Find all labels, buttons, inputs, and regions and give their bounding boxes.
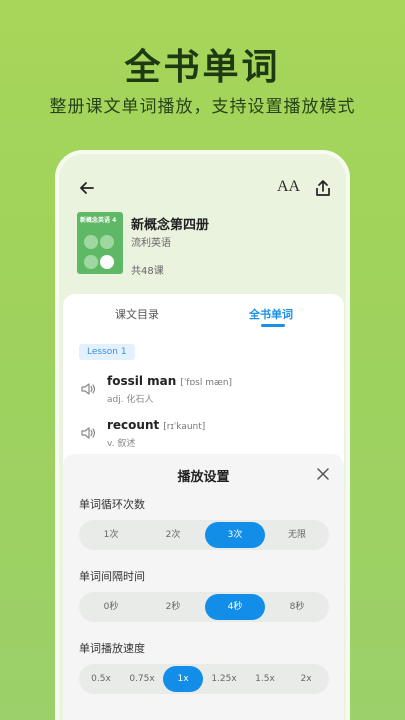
speed-option[interactable]: 1.5x xyxy=(245,666,285,692)
headline: 全书单词 xyxy=(124,47,281,88)
speed-selector: 0.5x 0.75x 1x 1.25x 1.5x 2x xyxy=(79,664,329,694)
close-icon[interactable] xyxy=(316,467,330,481)
subheadline: 整册课文单词播放，支持设置播放模式 xyxy=(49,97,356,117)
loop-count-selector: 1次 2次 3次 无限 xyxy=(79,520,329,550)
tab-lesson-catalog[interactable]: 课文目录 xyxy=(115,306,159,322)
interval-option[interactable]: 0秒 xyxy=(81,594,141,620)
word-entry: fossil man [ˈfɒsl mæn] xyxy=(107,374,232,388)
speed-option[interactable]: 2x xyxy=(286,666,326,692)
word-phonetic: [ˈfɒsl mæn] xyxy=(180,378,233,388)
book-info: 新概念英语 4 新概念第四册 流利英语 共48课 xyxy=(77,212,337,284)
word-text: recount xyxy=(107,418,160,432)
loop-option[interactable]: 1次 xyxy=(81,522,141,548)
lesson-tag: Lesson 1 xyxy=(79,344,135,360)
speed-option[interactable]: 1.25x xyxy=(204,666,244,692)
loop-option[interactable]: 无限 xyxy=(267,522,327,548)
word-entry: recount [rɪˈkaunt] xyxy=(107,418,205,432)
book-cover: 新概念英语 4 xyxy=(77,212,123,274)
tab-all-words[interactable]: 全书单词 xyxy=(249,306,293,322)
interval-label: 单词间隔时间 xyxy=(79,570,145,583)
speed-option[interactable]: 0.5x xyxy=(81,666,121,692)
sheet-title: 播放设置 xyxy=(177,470,230,485)
loop-option-selected[interactable]: 3次 xyxy=(205,522,265,548)
list-item[interactable]: recount [rɪˈkaunt] v. 叙述 xyxy=(79,418,319,454)
loop-option[interactable]: 2次 xyxy=(143,522,203,548)
share-icon[interactable] xyxy=(313,178,333,198)
font-size-icon[interactable]: AA xyxy=(277,178,300,196)
book-title: 新概念第四册 xyxy=(131,218,210,233)
speaker-icon[interactable] xyxy=(79,380,97,398)
interval-selector: 0秒 2秒 4秒 8秒 xyxy=(79,592,329,622)
back-arrow-icon[interactable] xyxy=(77,178,97,198)
interval-option[interactable]: 8秒 xyxy=(267,594,327,620)
word-meaning: adj. 化石人 xyxy=(107,395,154,405)
interval-option-selected[interactable]: 4秒 xyxy=(205,594,265,620)
word-phonetic: [rɪˈkaunt] xyxy=(163,422,206,432)
word-meaning: v. 叙述 xyxy=(107,439,136,449)
lesson-count: 共48课 xyxy=(131,266,164,277)
book-publisher: 流利英语 xyxy=(131,238,171,249)
speed-label: 单词播放速度 xyxy=(79,642,145,655)
word-text: fossil man xyxy=(107,374,177,388)
list-item[interactable]: fossil man [ˈfɒsl mæn] adj. 化石人 xyxy=(79,374,319,410)
loop-count-label: 单词循环次数 xyxy=(79,498,145,511)
top-bar: AA xyxy=(59,176,346,202)
speed-option[interactable]: 0.75x xyxy=(122,666,162,692)
interval-option[interactable]: 2秒 xyxy=(143,594,203,620)
cover-art xyxy=(83,234,117,274)
speaker-icon[interactable] xyxy=(79,424,97,442)
phone-mockup: AA 新概念英语 4 新概念第四册 流利英语 共48课 课文目录 全书单词 Le… xyxy=(55,150,350,720)
tab-indicator xyxy=(261,324,285,327)
cover-label: 新概念英语 4 xyxy=(80,217,117,224)
playback-settings-sheet: 播放设置 单词循环次数 1次 2次 3次 无限 单词间隔时间 0秒 2秒 4秒 … xyxy=(63,454,344,720)
speed-option-selected[interactable]: 1x xyxy=(163,666,203,692)
